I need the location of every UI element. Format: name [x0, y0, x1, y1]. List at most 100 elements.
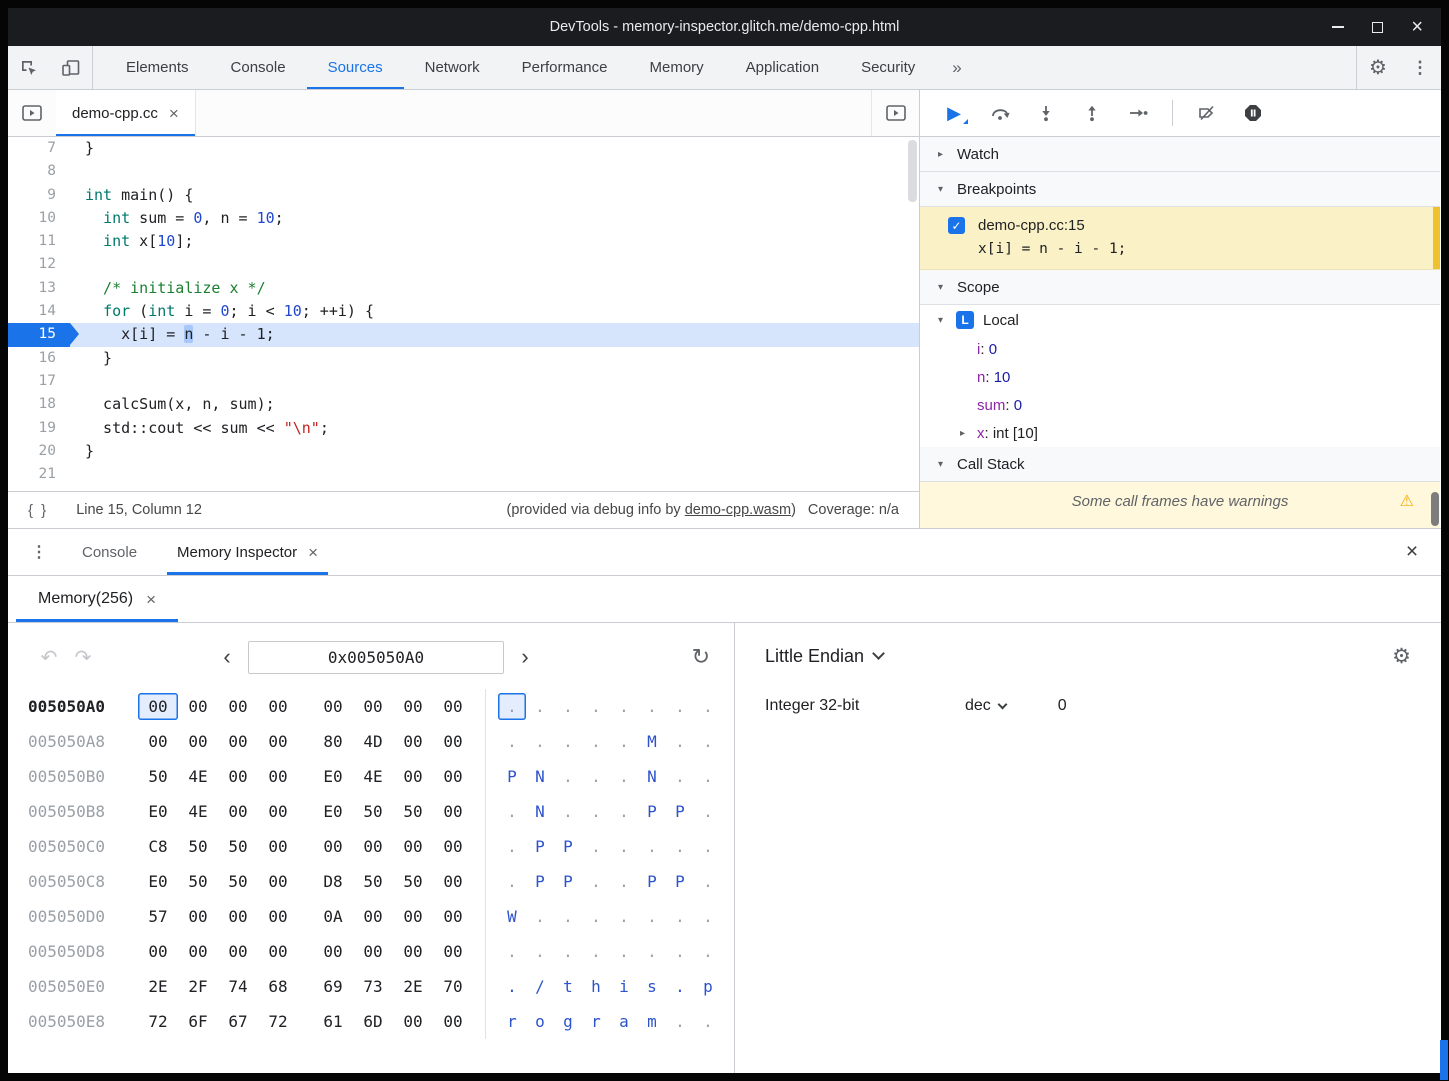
- ascii-char[interactable]: .: [498, 938, 526, 965]
- redo-icon[interactable]: ↷: [66, 645, 100, 670]
- collapsed-arrow-icon[interactable]: ▸: [960, 428, 977, 439]
- step-into-button[interactable]: [1026, 97, 1066, 129]
- hex-byte[interactable]: 2F: [178, 973, 218, 1000]
- ascii-char[interactable]: N: [526, 798, 554, 825]
- ascii-char[interactable]: .: [694, 763, 722, 790]
- ascii-char[interactable]: .: [582, 693, 610, 720]
- ascii-char[interactable]: .: [638, 833, 666, 860]
- hex-byte[interactable]: 50: [393, 868, 433, 895]
- hex-byte[interactable]: 00: [178, 903, 218, 930]
- line-number[interactable]: 16: [8, 347, 70, 370]
- ascii-char[interactable]: .: [694, 693, 722, 720]
- ascii-char[interactable]: .: [554, 798, 582, 825]
- scope-variable[interactable]: ▸x: int [10]: [920, 419, 1440, 447]
- hex-byte[interactable]: E0: [313, 763, 353, 790]
- hex-byte[interactable]: 00: [258, 938, 298, 965]
- step-out-button[interactable]: [1072, 97, 1112, 129]
- hex-byte[interactable]: 00: [393, 728, 433, 755]
- hex-byte[interactable]: 00: [258, 868, 298, 895]
- scope-variable[interactable]: i: 0: [920, 335, 1440, 363]
- hex-byte[interactable]: 00: [218, 903, 258, 930]
- line-number[interactable]: 17: [8, 370, 70, 393]
- hex-byte[interactable]: 00: [433, 763, 473, 790]
- code-editor[interactable]: 7}89int main() {10 int sum = 0, n = 10;1…: [8, 137, 919, 491]
- ascii-char[interactable]: .: [582, 728, 610, 755]
- hex-byte[interactable]: 50: [393, 798, 433, 825]
- hex-byte[interactable]: 00: [138, 938, 178, 965]
- line-number[interactable]: 19: [8, 417, 70, 440]
- resume-button[interactable]: ▶: [934, 97, 974, 129]
- ascii-char[interactable]: o: [526, 1008, 554, 1035]
- ascii-char[interactable]: g: [554, 1008, 582, 1035]
- ascii-char[interactable]: h: [582, 973, 610, 1000]
- line-number[interactable]: 7: [8, 137, 70, 160]
- ascii-char[interactable]: .: [694, 938, 722, 965]
- address-input[interactable]: [248, 641, 504, 674]
- ascii-char[interactable]: a: [610, 1008, 638, 1035]
- ascii-char[interactable]: .: [694, 798, 722, 825]
- line-number[interactable]: 15: [8, 323, 70, 346]
- endianness-select[interactable]: Little Endian: [765, 646, 883, 667]
- toggle-navigator-button[interactable]: [8, 90, 56, 136]
- ascii-char[interactable]: N: [526, 763, 554, 790]
- hex-byte[interactable]: 00: [178, 728, 218, 755]
- ascii-char[interactable]: .: [582, 833, 610, 860]
- hex-byte[interactable]: 00: [218, 798, 258, 825]
- hex-byte[interactable]: 50: [178, 868, 218, 895]
- ascii-char[interactable]: P: [638, 868, 666, 895]
- hex-byte[interactable]: 61: [313, 1008, 353, 1035]
- hex-byte[interactable]: 68: [258, 973, 298, 1000]
- ascii-char[interactable]: .: [610, 693, 638, 720]
- scope-section-header[interactable]: ▾ Scope: [920, 270, 1440, 305]
- ascii-char[interactable]: P: [638, 798, 666, 825]
- ascii-char[interactable]: .: [666, 973, 694, 1000]
- next-page-icon[interactable]: ›: [516, 646, 534, 668]
- ascii-char[interactable]: .: [610, 798, 638, 825]
- hex-byte[interactable]: 00: [258, 903, 298, 930]
- ascii-char[interactable]: .: [554, 903, 582, 930]
- hex-byte[interactable]: 72: [258, 1008, 298, 1035]
- hex-byte[interactable]: 80: [313, 728, 353, 755]
- hex-byte[interactable]: 00: [433, 903, 473, 930]
- maximize-button[interactable]: [1372, 22, 1383, 33]
- ascii-char[interactable]: .: [526, 903, 554, 930]
- hex-byte[interactable]: 00: [433, 833, 473, 860]
- hex-byte[interactable]: D8: [313, 868, 353, 895]
- hex-byte[interactable]: 00: [258, 763, 298, 790]
- ascii-char[interactable]: .: [498, 798, 526, 825]
- ascii-char[interactable]: m: [638, 1008, 666, 1035]
- hex-byte[interactable]: 00: [218, 938, 258, 965]
- drawer-menu-kebab-icon[interactable]: ⋮: [26, 529, 52, 575]
- line-number[interactable]: 9: [8, 184, 70, 207]
- ascii-char[interactable]: .: [582, 938, 610, 965]
- ascii-char[interactable]: .: [610, 763, 638, 790]
- ascii-char[interactable]: .: [638, 693, 666, 720]
- panel-tab-sources[interactable]: Sources: [307, 46, 404, 89]
- ascii-char[interactable]: .: [610, 903, 638, 930]
- scope-variable[interactable]: n: 10: [920, 363, 1440, 391]
- ascii-char[interactable]: .: [498, 868, 526, 895]
- line-number[interactable]: 20: [8, 440, 70, 463]
- hex-byte[interactable]: 00: [258, 693, 298, 720]
- hex-byte[interactable]: 00: [218, 693, 258, 720]
- minimize-button[interactable]: [1332, 26, 1344, 28]
- hex-byte[interactable]: 00: [313, 693, 353, 720]
- hex-byte[interactable]: 00: [353, 693, 393, 720]
- ascii-char[interactable]: .: [498, 693, 526, 720]
- ascii-char[interactable]: M: [638, 728, 666, 755]
- hex-byte[interactable]: 2E: [393, 973, 433, 1000]
- ascii-char[interactable]: .: [666, 763, 694, 790]
- scope-variable[interactable]: sum: 0: [920, 391, 1440, 419]
- hex-byte[interactable]: 00: [138, 693, 178, 720]
- hex-byte[interactable]: 00: [178, 938, 218, 965]
- previous-page-icon[interactable]: ‹: [218, 646, 236, 668]
- hex-byte[interactable]: 00: [433, 728, 473, 755]
- hex-byte[interactable]: 00: [433, 868, 473, 895]
- memory-buffer-tab[interactable]: Memory(256) ×: [16, 576, 178, 622]
- pause-on-exceptions-button[interactable]: [1233, 97, 1273, 129]
- line-number[interactable]: 21: [8, 463, 70, 486]
- ascii-char[interactable]: W: [498, 903, 526, 930]
- hex-byte[interactable]: 00: [353, 833, 393, 860]
- hex-byte[interactable]: 00: [393, 763, 433, 790]
- ascii-char[interactable]: .: [610, 728, 638, 755]
